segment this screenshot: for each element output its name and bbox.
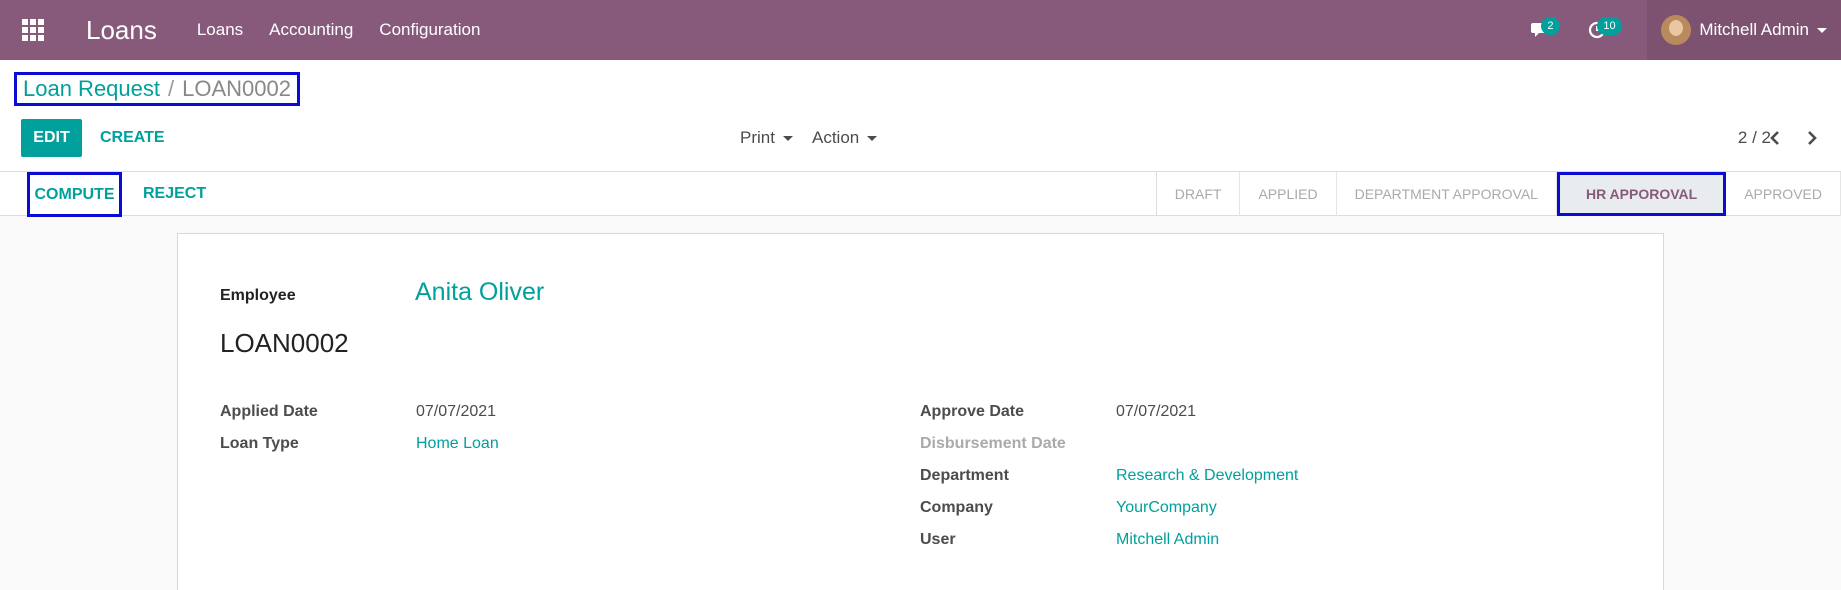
caret-down-icon	[1817, 27, 1827, 33]
print-dropdown[interactable]: Print	[740, 119, 793, 157]
user-name: Mitchell Admin	[1699, 20, 1809, 39]
chevron-right-icon	[1808, 131, 1817, 145]
print-label: Print	[740, 128, 775, 147]
applied-date-label: Applied Date	[220, 403, 318, 420]
user-label: User	[920, 531, 956, 548]
applied-date-value: 07/07/2021	[416, 403, 497, 420]
action-dropdown[interactable]: Action	[812, 119, 878, 157]
menu-loans[interactable]: Loans	[197, 20, 243, 40]
create-button[interactable]: CREATE	[100, 119, 165, 157]
disbursement-date-label: Disbursement Date	[920, 435, 1066, 452]
pager-previous-button[interactable]	[1769, 119, 1781, 157]
approve-date-label: Approve Date	[920, 403, 1025, 420]
form-sheet: Employee Anita Oliver LOAN0002 Applied D…	[177, 233, 1664, 590]
menu-accounting[interactable]: Accounting	[269, 20, 353, 40]
app-title: Loans	[86, 14, 157, 45]
approve-date-value: 07/07/2021	[1116, 403, 1197, 420]
pager-next-button[interactable]	[1806, 119, 1818, 157]
messages-badge: 2	[1541, 17, 1560, 35]
user-menu[interactable]: Mitchell Admin	[1647, 0, 1841, 60]
company-label: Company	[920, 499, 993, 516]
action-label: Action	[812, 128, 860, 147]
stage-department-approval[interactable]: DEPARTMENT APPOROVAL	[1337, 172, 1557, 216]
control-panel: Loan Request / LOAN0002 EDIT CREATE Prin…	[0, 60, 1841, 172]
pager-value[interactable]: 2 / 2	[1738, 119, 1771, 157]
activities-badge: 10	[1597, 17, 1622, 35]
caret-down-icon	[867, 135, 878, 141]
employee-label: Employee	[220, 287, 296, 304]
reject-button[interactable]: REJECT	[143, 172, 206, 216]
loan-reference: LOAN0002	[220, 328, 349, 358]
main-menu: Loans Accounting Configuration	[197, 20, 507, 40]
breadcrumb-current: LOAN0002	[182, 76, 291, 101]
avatar	[1661, 15, 1692, 45]
user-link[interactable]: Mitchell Admin	[1116, 531, 1219, 549]
loan-type-label: Loan Type	[220, 435, 299, 452]
top-navbar: Loans Loans Accounting Configuration 2 1…	[0, 0, 1841, 60]
menu-configuration[interactable]: Configuration	[379, 20, 480, 40]
breadcrumb-separator: /	[168, 76, 175, 101]
company-link[interactable]: YourCompany	[1116, 499, 1217, 517]
breadcrumb: Loan Request / LOAN0002	[14, 72, 300, 106]
chevron-left-icon	[1770, 131, 1779, 145]
stage-bar: DRAFT APPLIED DEPARTMENT APPOROVAL HR AP…	[1155, 172, 1841, 216]
department-link[interactable]: Research & Development	[1116, 467, 1298, 485]
caret-down-icon	[782, 135, 793, 141]
stage-approved[interactable]: APPROVED	[1726, 172, 1841, 216]
loan-type-link[interactable]: Home Loan	[416, 435, 499, 453]
edit-button[interactable]: EDIT	[21, 119, 82, 157]
activities-button[interactable]: 10	[1569, 0, 1625, 60]
stage-hr-approval[interactable]: HR APPOROVAL	[1556, 172, 1727, 216]
breadcrumb-parent[interactable]: Loan Request	[23, 76, 160, 102]
apps-menu-icon[interactable]	[0, 0, 66, 60]
form-statusbar: COMPUTE REJECT DRAFT APPLIED DEPARTMENT …	[0, 172, 1841, 217]
employee-link[interactable]: Anita Oliver	[415, 278, 544, 307]
stage-applied[interactable]: APPLIED	[1240, 172, 1337, 216]
compute-button[interactable]: COMPUTE	[27, 172, 122, 217]
department-label: Department	[920, 467, 1009, 484]
messages-button[interactable]: 2	[1513, 0, 1569, 60]
stage-draft[interactable]: DRAFT	[1157, 172, 1241, 216]
